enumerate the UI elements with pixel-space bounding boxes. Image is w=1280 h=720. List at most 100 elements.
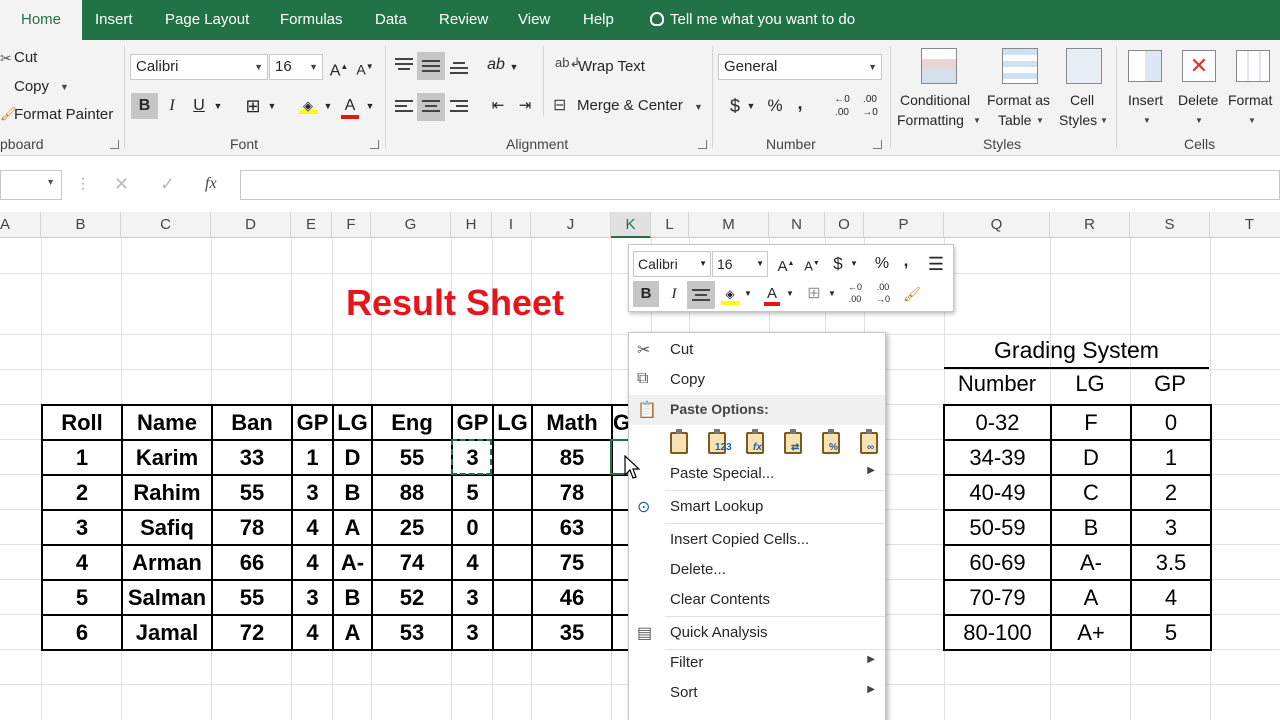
cell[interactable] bbox=[492, 544, 533, 581]
cell[interactable]: 4 bbox=[41, 544, 123, 581]
tell-me-box[interactable]: Tell me what you want to do bbox=[650, 0, 855, 40]
cell[interactable]: 33 bbox=[211, 439, 293, 476]
tab-insert[interactable]: Insert bbox=[95, 0, 133, 40]
cell[interactable]: 40-49 bbox=[943, 474, 1052, 511]
menu-item-clear-contents[interactable]: Clear Contents bbox=[629, 585, 885, 615]
fill-color-icon[interactable]: ◈ bbox=[719, 281, 741, 307]
format-painter-icon[interactable]: 🖌 bbox=[901, 281, 923, 307]
cell[interactable]: 4 bbox=[291, 614, 334, 651]
column-header[interactable]: J bbox=[531, 212, 611, 238]
borders-dropdown-icon[interactable]: ▼ bbox=[266, 93, 278, 119]
cell[interactable] bbox=[492, 439, 533, 476]
paste-values-icon[interactable]: 123 bbox=[703, 429, 733, 459]
header-cell[interactable]: Eng bbox=[371, 404, 453, 441]
tab-review[interactable]: Review bbox=[439, 0, 488, 40]
header-cell[interactable]: GP bbox=[451, 404, 494, 441]
cell[interactable]: 3 bbox=[291, 474, 334, 511]
conditional-formatting-button-line1[interactable]: Conditional bbox=[900, 92, 970, 108]
cell[interactable]: A+ bbox=[1050, 614, 1132, 651]
tab-view[interactable]: View bbox=[518, 0, 550, 40]
increase-font-icon[interactable]: A▲ bbox=[328, 54, 350, 84]
column-header-active[interactable]: K bbox=[611, 212, 651, 238]
cell[interactable]: 78 bbox=[211, 509, 293, 546]
column-header[interactable]: M bbox=[689, 212, 769, 238]
grading-header-number[interactable]: Number bbox=[944, 371, 1050, 397]
grading-table[interactable]: 0-32 F 0 34-39 D 1 40-49 C 2 50-59 B 3 60-69 A- 3.… bbox=[943, 404, 1212, 651]
cell[interactable]: Rahim bbox=[121, 474, 213, 511]
cell[interactable]: B bbox=[332, 579, 373, 616]
fat-dropdown-icon[interactable]: ▼ bbox=[1036, 116, 1044, 125]
align-top-icon[interactable] bbox=[395, 58, 413, 72]
cell[interactable]: Jamal bbox=[121, 614, 213, 651]
menu-item-paste-special[interactable]: Paste Special... ▶ bbox=[629, 459, 885, 489]
cell[interactable]: A- bbox=[332, 544, 373, 581]
column-header[interactable]: D bbox=[211, 212, 291, 238]
borders-dropdown-icon[interactable]: ▼ bbox=[827, 281, 837, 307]
delete-cells-button[interactable]: Delete bbox=[1178, 92, 1218, 108]
menu-item-insert-copied-cells[interactable]: Insert Copied Cells... bbox=[629, 525, 885, 555]
column-header[interactable]: B bbox=[41, 212, 121, 238]
column-header[interactable]: C bbox=[121, 212, 211, 238]
cell[interactable]: 0 bbox=[451, 509, 494, 546]
cell[interactable]: 88 bbox=[371, 474, 453, 511]
font-dialog-launcher-icon[interactable] bbox=[370, 140, 379, 149]
paste-transpose-icon[interactable]: ⇄ bbox=[779, 429, 809, 459]
cell[interactable] bbox=[492, 579, 533, 616]
cell[interactable]: 1 bbox=[291, 439, 334, 476]
enter-icon[interactable]: ✓ bbox=[160, 174, 175, 195]
cell[interactable] bbox=[492, 474, 533, 511]
fill-dropdown-icon[interactable]: ▼ bbox=[322, 93, 334, 119]
increase-indent-icon[interactable]: ⇥ bbox=[512, 93, 538, 119]
merge-dropdown-icon[interactable]: ▼ bbox=[694, 102, 703, 112]
menu-item-cut[interactable]: ✂ Cut bbox=[629, 335, 885, 365]
decrease-decimal-icon[interactable]: .00 →0 bbox=[871, 281, 895, 305]
name-box[interactable]: ▼ bbox=[0, 170, 62, 200]
column-header[interactable]: E bbox=[291, 212, 332, 238]
merge-center-button[interactable]: Merge & Center bbox=[577, 97, 683, 114]
decrease-font-icon[interactable]: A▼ bbox=[801, 251, 823, 279]
menu-item-filter[interactable]: Filter ▶ bbox=[629, 648, 885, 678]
menu-item-copy[interactable]: ⧉ Copy bbox=[629, 365, 885, 395]
cell[interactable]: F bbox=[1050, 404, 1132, 441]
header-cell[interactable]: Math bbox=[531, 404, 613, 441]
delete-dropdown-icon[interactable]: ▼ bbox=[1195, 116, 1203, 125]
cell[interactable]: 4 bbox=[451, 544, 494, 581]
cell[interactable]: D bbox=[332, 439, 373, 476]
cell[interactable]: 50-59 bbox=[943, 509, 1052, 546]
format-dropdown-icon[interactable]: ▼ bbox=[1248, 116, 1256, 125]
cell[interactable]: 6 bbox=[41, 614, 123, 651]
menu-item-quick-analysis[interactable]: ▤ Quick Analysis bbox=[629, 618, 885, 648]
tab-data[interactable]: Data bbox=[375, 0, 407, 40]
cell[interactable]: C bbox=[1050, 474, 1132, 511]
orientation-icon[interactable]: ab bbox=[485, 52, 507, 78]
cell[interactable] bbox=[492, 614, 533, 651]
cell[interactable]: 0 bbox=[1130, 404, 1212, 441]
currency-icon[interactable]: $ bbox=[726, 93, 744, 119]
cell[interactable]: B bbox=[332, 474, 373, 511]
cell[interactable]: A bbox=[1050, 579, 1132, 616]
column-header[interactable]: T bbox=[1210, 212, 1280, 238]
cell[interactable]: 1 bbox=[1130, 439, 1212, 476]
format-as-table-line1[interactable]: Format as bbox=[987, 92, 1050, 108]
cell[interactable]: B bbox=[1050, 509, 1132, 546]
cell[interactable]: 55 bbox=[371, 439, 453, 476]
column-header[interactable]: Q bbox=[944, 212, 1050, 238]
format-painter-button[interactable]: Format Painter bbox=[14, 106, 113, 123]
cell[interactable]: 3 bbox=[1130, 509, 1212, 546]
bold-button[interactable]: B bbox=[131, 93, 158, 119]
number-format-select[interactable]: General ▼ bbox=[718, 54, 882, 80]
cell-styles-line2[interactable]: Styles bbox=[1059, 112, 1097, 128]
insert-function-button[interactable]: fx bbox=[205, 175, 217, 193]
wrap-text-button[interactable]: Wrap Text bbox=[578, 58, 645, 75]
sheet-title[interactable]: Result Sheet bbox=[300, 282, 610, 324]
column-header[interactable]: F bbox=[332, 212, 371, 238]
cell[interactable]: 0-32 bbox=[943, 404, 1052, 441]
tab-page-layout[interactable]: Page Layout bbox=[165, 0, 249, 40]
header-cell[interactable]: Roll bbox=[41, 404, 123, 441]
column-header[interactable]: P bbox=[864, 212, 944, 238]
cell[interactable]: 63 bbox=[531, 509, 613, 546]
font-name-select[interactable]: Calibri ▼ bbox=[130, 54, 268, 80]
cell[interactable]: Karim bbox=[121, 439, 213, 476]
orientation-dropdown-icon[interactable]: ▼ bbox=[508, 54, 520, 80]
underline-button[interactable]: U bbox=[188, 93, 210, 119]
